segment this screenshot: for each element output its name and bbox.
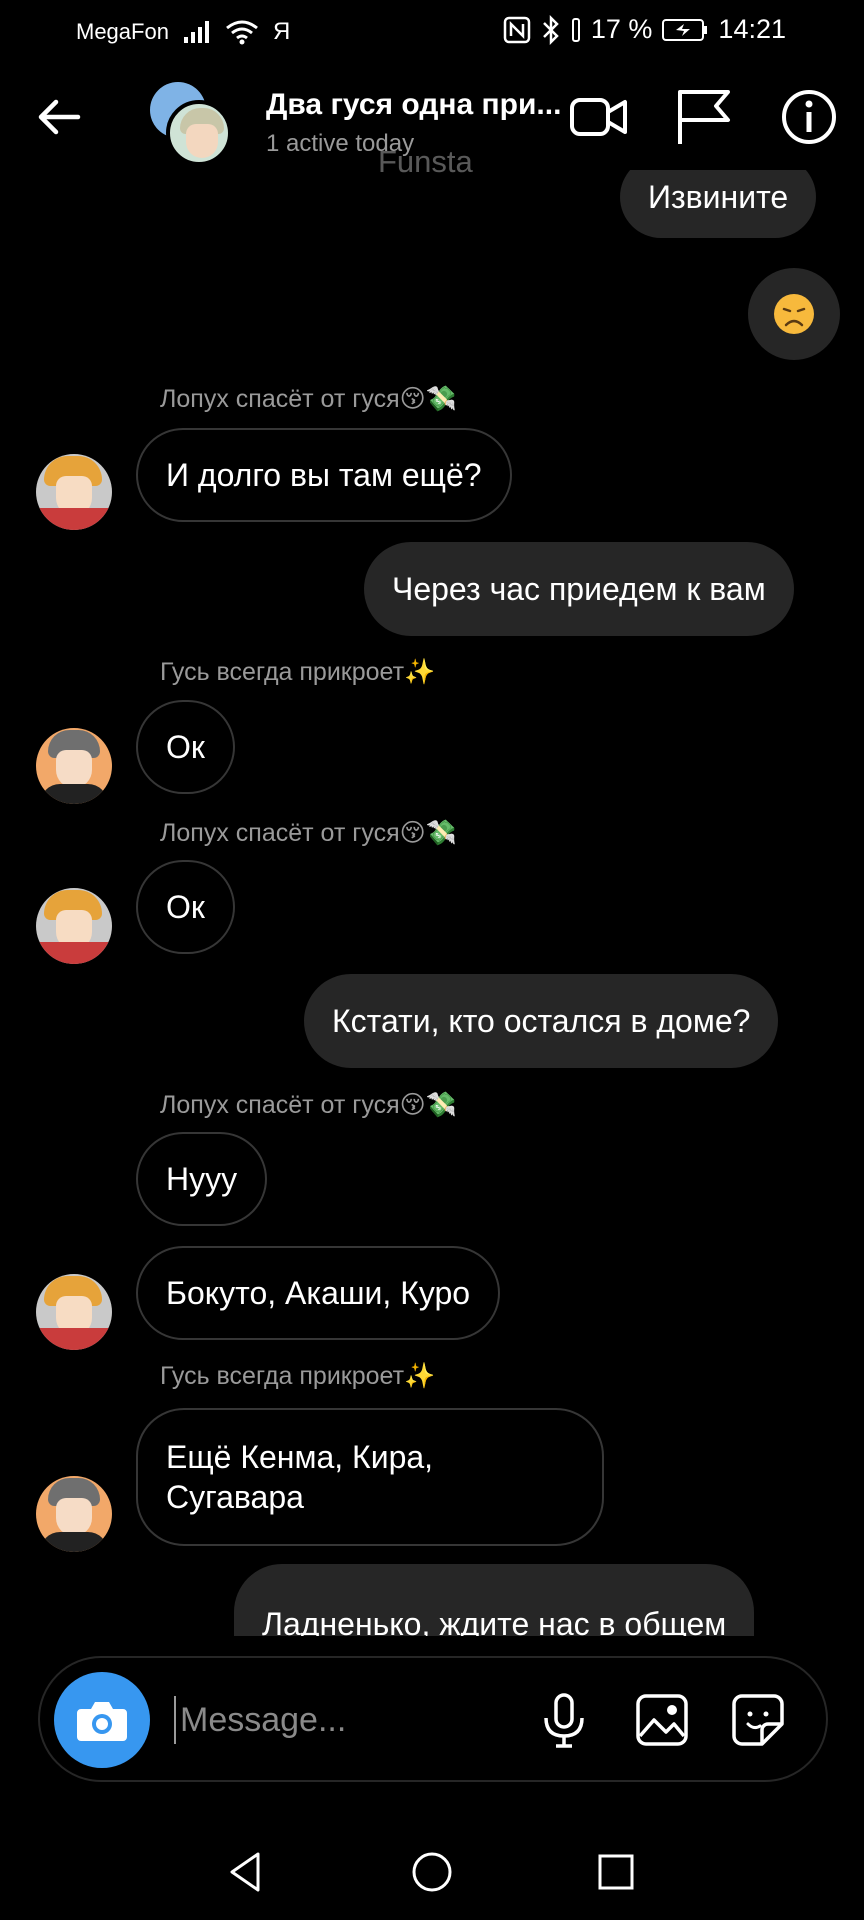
nav-home-icon[interactable]: [408, 1848, 456, 1896]
clock: 14:21: [718, 14, 786, 44]
message-incoming[interactable]: Нууу: [136, 1132, 268, 1226]
nfc-icon: [503, 16, 531, 43]
message-text: И долго вы там ещё?: [166, 457, 482, 493]
gallery-icon[interactable]: [632, 1690, 692, 1750]
battery-icon: [662, 18, 708, 41]
message-outgoing[interactable]: Ладненько, ждите нас в общем: [234, 1564, 755, 1636]
message-text: Бокуто, Акаши, Куро: [166, 1275, 471, 1311]
message-text: Нууу: [166, 1161, 238, 1197]
bluetooth-icon: [542, 14, 559, 45]
nav-back-icon[interactable]: [222, 1848, 270, 1896]
message-composer: [38, 1656, 828, 1782]
avatar[interactable]: [36, 454, 112, 530]
video-call-icon[interactable]: [568, 86, 630, 148]
message-text: Ок: [166, 729, 205, 765]
signal-icon: [183, 21, 209, 43]
message-text: Извините: [648, 179, 789, 215]
message-incoming[interactable]: Ок: [136, 700, 235, 794]
message-outgoing[interactable]: Кстати, кто остался в доме?: [304, 974, 779, 1068]
wifi-icon: [226, 20, 258, 45]
message-text: Кстати, кто остался в доме?: [332, 1003, 751, 1039]
system-navigation-bar: [0, 1820, 864, 1920]
sender-name: Лопух спасёт от гуся😚💸: [160, 385, 457, 413]
chat-title[interactable]: Два гуся одна при...: [266, 88, 561, 122]
message-text: Ок: [166, 889, 205, 925]
avatar[interactable]: [36, 1274, 112, 1350]
chat-header: Два гуся одна при... 1 active today Funs…: [0, 70, 864, 179]
message-incoming[interactable]: И долго вы там ещё?: [136, 428, 512, 522]
avatar[interactable]: [36, 1476, 112, 1552]
vibrate-icon: [571, 17, 580, 42]
message-text: Ладненько, ждите нас в общем: [262, 1606, 727, 1636]
flag-icon[interactable]: [672, 86, 734, 148]
sender-name: Гусь всегда прикроет✨: [160, 1362, 436, 1390]
status-bar: MegaFon Я 17 % 14:21: [0, 0, 864, 64]
nav-recents-icon[interactable]: [592, 1848, 640, 1896]
message-outgoing[interactable]: Извините: [620, 170, 817, 238]
battery-percent: 17 %: [590, 14, 653, 44]
message-text: Через час приедем к вам: [392, 571, 766, 607]
message-incoming[interactable]: Ок: [136, 860, 235, 954]
message-incoming[interactable]: Бокуто, Акаши, Куро: [136, 1246, 501, 1340]
group-avatar[interactable]: [150, 82, 236, 168]
disappointed-face-icon: [774, 294, 814, 334]
sticker-icon[interactable]: [728, 1690, 788, 1750]
sender-name: Лопух спасёт от гуся😚💸: [160, 1091, 457, 1119]
sender-name: Гусь всегда прикроет✨: [160, 658, 436, 686]
message-incoming[interactable]: Ещё Кенма, Кира, Сугавара: [136, 1408, 604, 1546]
message-text: Ещё Кенма, Кира, Сугавара: [166, 1439, 434, 1515]
message-list[interactable]: Извините Лопух спасёт от гуся😚💸 И долго …: [0, 170, 864, 1636]
message-outgoing-emoji[interactable]: [748, 268, 840, 360]
back-arrow-icon[interactable]: [34, 92, 84, 142]
info-icon[interactable]: [778, 86, 840, 148]
message-input[interactable]: [174, 1696, 534, 1744]
group-avatar-front: [166, 100, 232, 166]
message-outgoing[interactable]: Через час приедем к вам: [364, 542, 794, 636]
carrier-name: MegaFon: [76, 19, 169, 44]
microphone-icon[interactable]: [534, 1690, 594, 1750]
yandex-icon: Я: [272, 18, 291, 45]
camera-icon: [77, 1702, 127, 1741]
avatar[interactable]: [36, 888, 112, 964]
sender-name: Лопух спасёт от гуся😚💸: [160, 819, 457, 847]
camera-button[interactable]: [54, 1672, 150, 1768]
avatar[interactable]: [36, 728, 112, 804]
